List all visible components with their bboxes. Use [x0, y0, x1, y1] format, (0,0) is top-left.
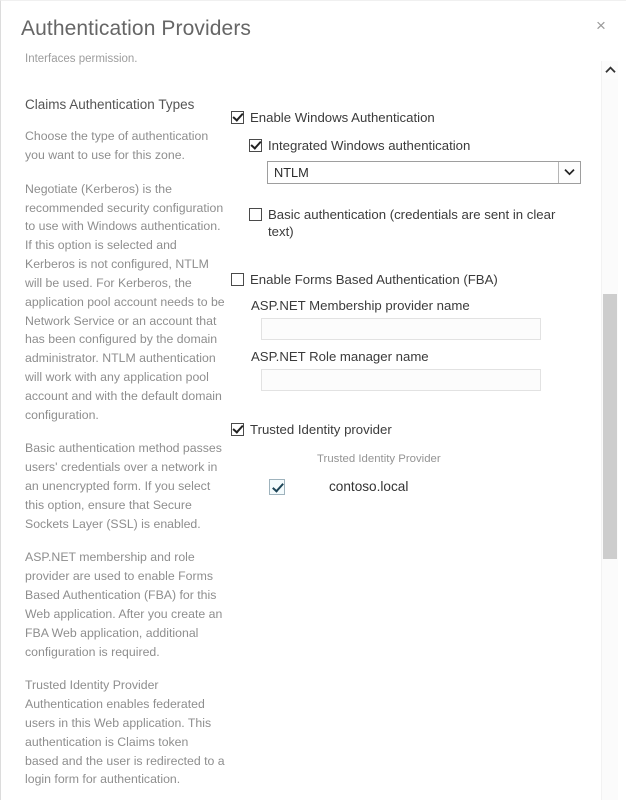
description-paragraph: Negotiate (Kerberos) is the recommended …: [25, 181, 225, 422]
integrated-windows-authentication-label[interactable]: Integrated Windows authentication: [268, 137, 470, 155]
description-column: Interfaces permission. Claims Authentica…: [25, 51, 225, 800]
interfaces-permission-note: Interfaces permission.: [25, 53, 138, 65]
provider-column-header: Trusted Identity Provider: [317, 452, 441, 465]
form-column: Enable Windows Authentication Integrated…: [231, 109, 581, 495]
integrated-windows-authentication-checkbox[interactable]: [249, 138, 262, 152]
provider-row-checkbox[interactable]: [269, 478, 285, 495]
enable-windows-authentication-checkbox[interactable]: [231, 111, 244, 124]
trusted-identity-provider-checkbox[interactable]: [231, 423, 244, 437]
authentication-providers-dialog: Authentication Providers × Interfaces pe…: [0, 0, 626, 800]
provider-row-name: contoso.local: [329, 479, 409, 495]
table-row[interactable]: contoso.local: [245, 478, 545, 495]
trusted-identity-provider-label[interactable]: Trusted Identity provider: [250, 421, 392, 439]
dialog-title-bar: Authentication Providers ×: [1, 1, 626, 57]
vertical-scrollbar[interactable]: [601, 61, 618, 800]
enable-forms-based-authentication-label[interactable]: Enable Forms Based Authentication (FBA): [250, 271, 498, 289]
close-icon[interactable]: ×: [586, 11, 616, 41]
section-heading-claims-authentication-types: Claims Authentication Types: [25, 96, 195, 112]
description-paragraph: Choose the type of authentication you wa…: [25, 129, 209, 163]
basic-authentication-checkbox[interactable]: [249, 207, 262, 221]
chevron-down-icon[interactable]: [558, 161, 580, 183]
trusted-identity-provider-row[interactable]: Trusted Identity provider: [231, 421, 581, 439]
scrollbar-track[interactable]: [602, 79, 618, 800]
membership-provider-input[interactable]: [261, 318, 541, 341]
basic-authentication-row[interactable]: Basic authentication (credentials are se…: [249, 206, 581, 242]
description-paragraph: Basic authentication method passes users…: [25, 441, 222, 531]
dialog-content: Interfaces permission. Claims Authentica…: [1, 51, 626, 800]
auth-protocol-select[interactable]: NTLM: [267, 160, 581, 184]
trusted-identity-provider-grid: Trusted Identity Provider contoso.local: [245, 453, 545, 495]
description-paragraph: Trusted Identity Provider Authentication…: [25, 678, 225, 787]
enable-windows-authentication-row[interactable]: Enable Windows Authentication: [231, 109, 581, 127]
role-manager-input[interactable]: [261, 369, 541, 392]
page-title: Authentication Providers: [21, 17, 252, 40]
auth-protocol-select-value: NTLM: [274, 164, 309, 180]
enable-forms-based-authentication-row[interactable]: Enable Forms Based Authentication (FBA): [231, 271, 581, 289]
role-manager-label: ASP.NET Role manager name: [251, 349, 429, 365]
description-paragraph: ASP.NET membership and role provider are…: [25, 550, 223, 659]
integrated-windows-authentication-row[interactable]: Integrated Windows authentication: [249, 137, 581, 155]
enable-forms-based-authentication-checkbox[interactable]: [231, 273, 244, 287]
scrollbar-thumb[interactable]: [603, 294, 617, 559]
chevron-up-icon[interactable]: [602, 61, 618, 79]
membership-provider-label: ASP.NET Membership provider name: [251, 298, 470, 314]
enable-windows-authentication-label[interactable]: Enable Windows Authentication: [250, 109, 435, 127]
basic-authentication-label[interactable]: Basic authentication (credentials are se…: [268, 206, 581, 242]
